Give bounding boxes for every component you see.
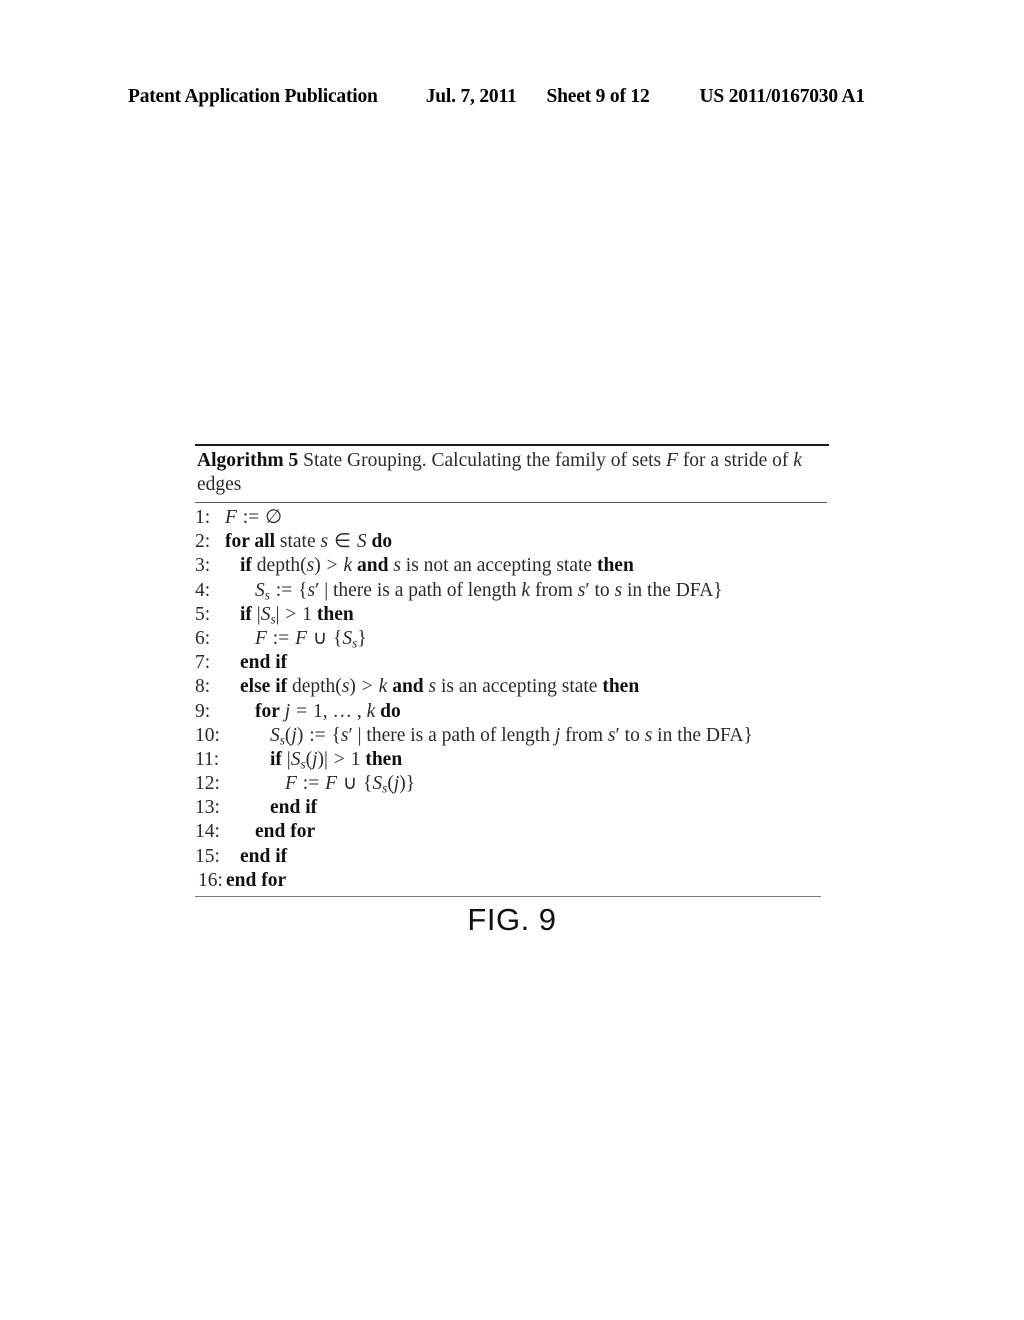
algorithm-line: 1: F := ∅ xyxy=(195,506,829,530)
line-number: 7: xyxy=(195,652,211,674)
line-number: 16: xyxy=(198,869,223,891)
algorithm-caption: Algorithm 5 State Grouping. Calculating … xyxy=(195,446,829,500)
algorithm-bottom-rule xyxy=(195,896,821,897)
line-number: 2: xyxy=(195,531,211,553)
line-number: 11: xyxy=(195,748,220,770)
algorithm-line: 2: for all state s ∈ S do xyxy=(195,530,829,554)
algorithm-line: 14: end for xyxy=(195,820,829,844)
line-number: 9: xyxy=(195,700,211,722)
line-code: end for xyxy=(226,869,287,891)
header-sheet-label: Sheet 9 of 12 xyxy=(546,86,650,107)
line-code: else if depth(s) > k and s is an accepti… xyxy=(240,676,640,698)
symbol-F: F xyxy=(666,450,678,471)
algorithm-line: 4: Ss := {s′ | there is a path of length… xyxy=(195,579,829,603)
header-patent-number: US 2011/0167030 A1 xyxy=(699,86,866,107)
line-code: for all state s ∈ S do xyxy=(225,531,393,553)
line-number: 3: xyxy=(195,555,211,577)
line-number: 4: xyxy=(195,579,211,601)
header-publication-label: Patent Application Publication xyxy=(128,86,378,107)
algorithm-figure: Algorithm 5 State Grouping. Calculating … xyxy=(195,444,829,897)
line-code: if depth(s) > k and s is not an acceptin… xyxy=(240,555,634,577)
algorithm-label: Algorithm 5 xyxy=(197,450,299,471)
header-date-label: Jul. 7, 2011 xyxy=(425,86,517,107)
figure-caption: FIG. 9 xyxy=(467,902,557,937)
line-code: end if xyxy=(270,797,318,819)
algorithm-line: 13: end if xyxy=(195,796,829,820)
algorithm-line: 9: for j = 1, … , k do xyxy=(195,700,829,724)
algorithm-line: 15: end if xyxy=(195,845,829,869)
algorithm-line: 3: if depth(s) > k and s is not an accep… xyxy=(195,554,829,578)
line-code: end if xyxy=(240,652,288,674)
line-number: 5: xyxy=(195,603,211,625)
algorithm-line: 12: F := F ∪ {Ss(j)} xyxy=(195,772,829,796)
algorithm-body: 1: F := ∅ 2: for all state s ∈ S do 3: i… xyxy=(195,503,829,895)
symbol-k: k xyxy=(793,450,802,471)
algorithm-line: 10: Ss(j) := {s′ | there is a path of le… xyxy=(195,724,829,748)
line-number: 13: xyxy=(195,797,220,819)
line-code: end if xyxy=(240,845,288,867)
line-number: 15: xyxy=(195,845,220,867)
line-code: for j = 1, … , k do xyxy=(255,700,401,722)
line-code: F := ∅ xyxy=(225,507,283,528)
line-number: 6: xyxy=(195,627,211,649)
algorithm-line: 8: else if depth(s) > k and s is an acce… xyxy=(195,675,829,699)
line-number: 12: xyxy=(195,773,220,795)
algorithm-line: 16: end for xyxy=(195,869,829,893)
algorithm-line: 6: F := F ∪ {Ss} xyxy=(195,627,829,651)
line-number: 1: xyxy=(195,507,211,528)
patent-running-header: Patent Application Publication Jul. 7, 2… xyxy=(128,86,890,108)
line-number: 14: xyxy=(195,821,220,843)
line-number: 10: xyxy=(195,724,220,746)
line-code: end for xyxy=(255,821,316,843)
line-number: 8: xyxy=(195,676,211,698)
